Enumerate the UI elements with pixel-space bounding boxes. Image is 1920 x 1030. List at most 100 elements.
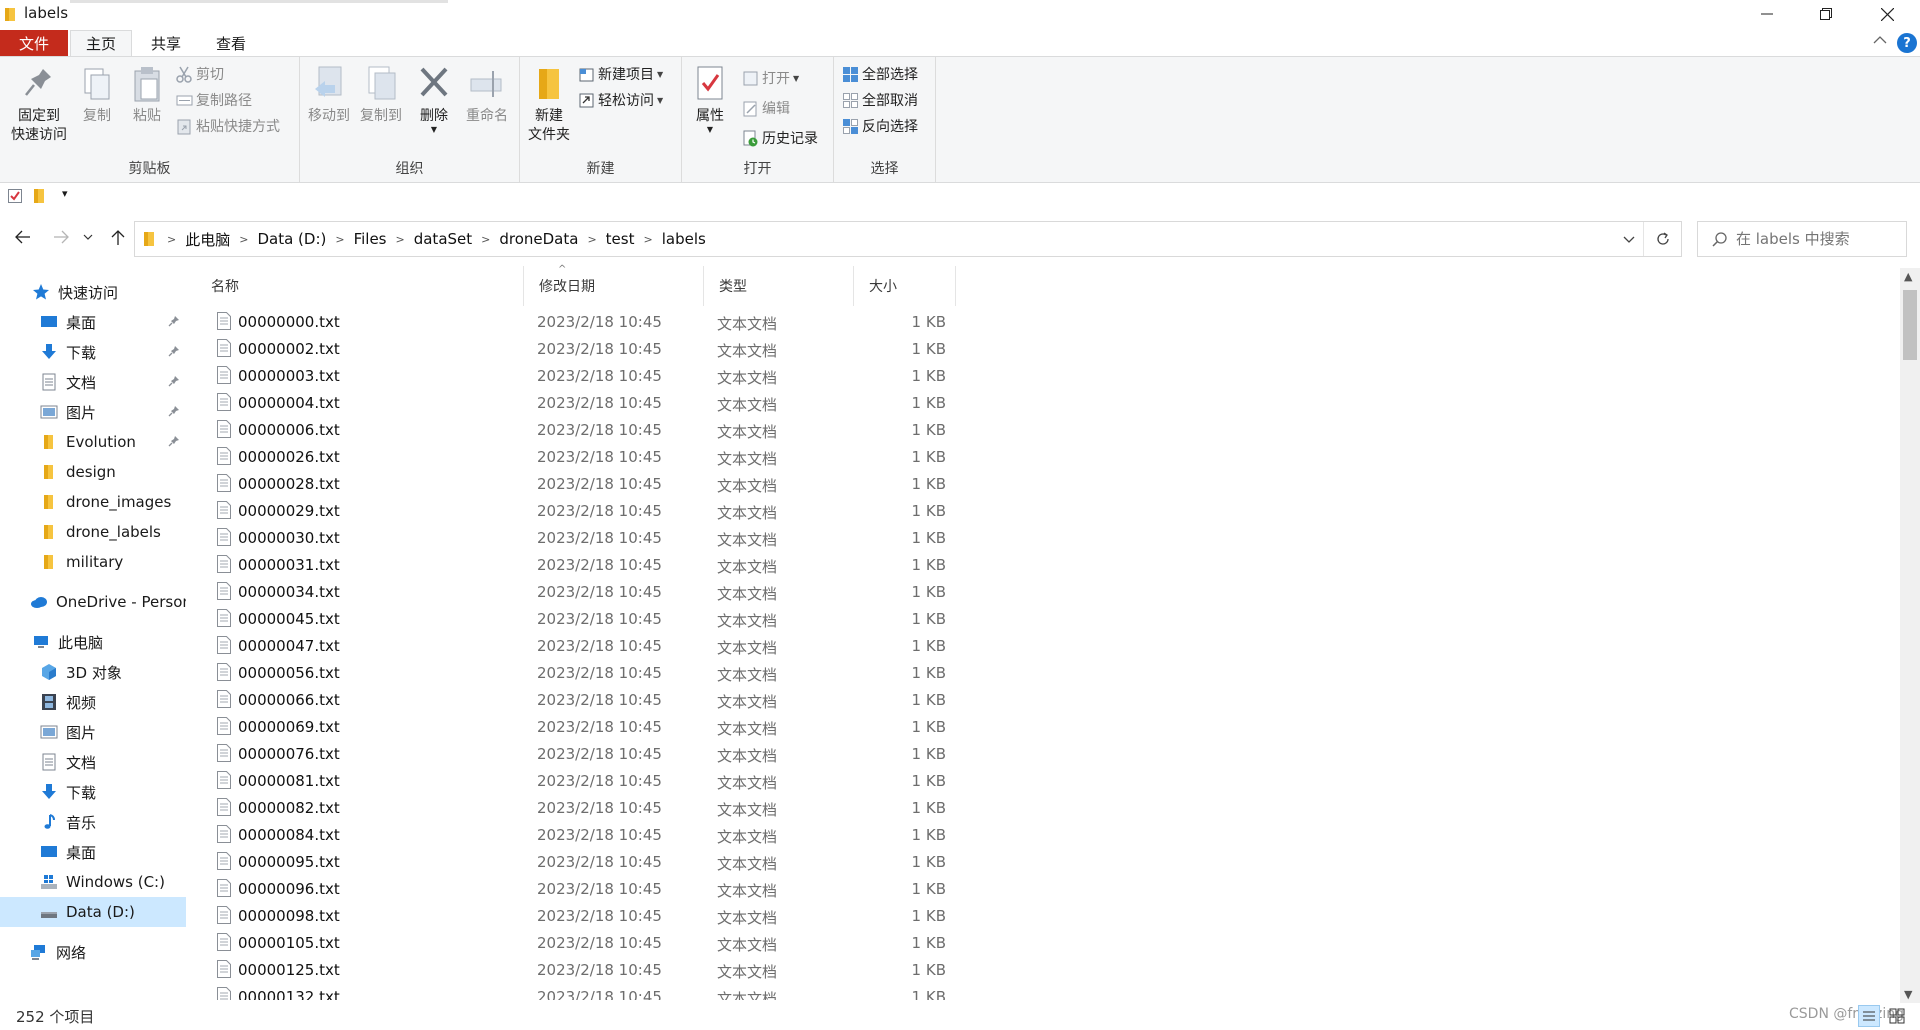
- file-name[interactable]: 00000132.txt: [238, 988, 340, 1000]
- breadcrumb-this-pc[interactable]: 此电脑: [185, 229, 230, 250]
- tab-share[interactable]: 共享: [136, 30, 196, 56]
- file-name[interactable]: 00000045.txt: [238, 610, 340, 628]
- help-icon[interactable]: ?: [1897, 33, 1917, 53]
- column-header-size[interactable]: 大小: [854, 266, 956, 306]
- details-view-icon[interactable]: [1858, 1005, 1880, 1027]
- file-row[interactable]: 00000125.txt 2023/2/18 10:45 文本文档 1 KB: [196, 957, 966, 984]
- file-name[interactable]: 00000076.txt: [238, 745, 340, 763]
- nav-pc-desktop[interactable]: 桌面: [0, 837, 186, 867]
- search-input[interactable]: [1736, 230, 1896, 248]
- chevron-down-icon[interactable]: [1623, 231, 1635, 247]
- minimize-button[interactable]: [1738, 0, 1796, 28]
- file-row[interactable]: 00000066.txt 2023/2/18 10:45 文本文档 1 KB: [196, 687, 966, 714]
- pin-icon[interactable]: [168, 345, 180, 357]
- file-name[interactable]: 00000056.txt: [238, 664, 340, 682]
- copy-to-button[interactable]: 复制到: [356, 63, 406, 126]
- new-item-button[interactable]: 新建项目 ▼: [578, 63, 663, 85]
- file-name[interactable]: 00000003.txt: [238, 367, 340, 385]
- restore-button[interactable]: [1797, 0, 1855, 28]
- close-button[interactable]: [1858, 0, 1916, 28]
- copy-path-button[interactable]: 复制路径: [176, 89, 252, 111]
- file-name[interactable]: 00000066.txt: [238, 691, 340, 709]
- file-row[interactable]: 00000056.txt 2023/2/18 10:45 文本文档 1 KB: [196, 660, 966, 687]
- nav-qa-documents[interactable]: 文档: [0, 367, 186, 397]
- file-row[interactable]: 00000003.txt 2023/2/18 10:45 文本文档 1 KB: [196, 363, 966, 390]
- tab-home[interactable]: 主页: [70, 30, 132, 56]
- new-folder-button[interactable]: 新建 文件夹: [524, 63, 574, 145]
- breadcrumb-chevron-icon[interactable]: >: [643, 233, 652, 246]
- column-header-date[interactable]: 修改日期: [524, 266, 704, 306]
- delete-button[interactable]: 删除 ▼: [412, 63, 456, 134]
- history-button[interactable]: 历史记录: [742, 127, 818, 149]
- nav-qa-pictures[interactable]: 图片: [0, 397, 186, 427]
- column-header-name[interactable]: 名称: [196, 266, 524, 306]
- nav-qa-desktop[interactable]: 桌面: [0, 307, 186, 337]
- pin-icon[interactable]: [168, 435, 180, 447]
- file-row[interactable]: 00000105.txt 2023/2/18 10:45 文本文档 1 KB: [196, 930, 966, 957]
- nav-quick-access[interactable]: 快速访问: [0, 277, 186, 307]
- file-row[interactable]: 00000076.txt 2023/2/18 10:45 文本文档 1 KB: [196, 741, 966, 768]
- file-row[interactable]: 00000028.txt 2023/2/18 10:45 文本文档 1 KB: [196, 471, 966, 498]
- file-name[interactable]: 00000096.txt: [238, 880, 340, 898]
- tab-view[interactable]: 查看: [200, 30, 262, 56]
- move-to-button[interactable]: 移动到: [304, 63, 354, 126]
- tab-file[interactable]: 文件: [0, 30, 68, 56]
- file-name[interactable]: 00000069.txt: [238, 718, 340, 736]
- file-row[interactable]: 00000004.txt 2023/2/18 10:45 文本文档 1 KB: [196, 390, 966, 417]
- file-row[interactable]: 00000081.txt 2023/2/18 10:45 文本文档 1 KB: [196, 768, 966, 795]
- breadcrumb-data-d[interactable]: Data (D:): [257, 230, 326, 248]
- file-row[interactable]: 00000132.txt 2023/2/18 10:45 文本文档 1 KB: [196, 984, 966, 1000]
- file-row[interactable]: 00000082.txt 2023/2/18 10:45 文本文档 1 KB: [196, 795, 966, 822]
- breadcrumb-files[interactable]: Files: [354, 230, 387, 248]
- up-button[interactable]: [106, 225, 130, 249]
- file-row[interactable]: 00000029.txt 2023/2/18 10:45 文本文档 1 KB: [196, 498, 966, 525]
- file-name[interactable]: 00000000.txt: [238, 313, 340, 331]
- file-name[interactable]: 00000002.txt: [238, 340, 340, 358]
- file-row[interactable]: 00000095.txt 2023/2/18 10:45 文本文档 1 KB: [196, 849, 966, 876]
- file-name[interactable]: 00000084.txt: [238, 826, 340, 844]
- file-name[interactable]: 00000006.txt: [238, 421, 340, 439]
- address-bar[interactable]: > 此电脑 > Data (D:) > Files > dataSet > dr…: [134, 221, 1682, 257]
- breadcrumb-chevron-icon[interactable]: >: [587, 233, 596, 246]
- file-row[interactable]: 00000096.txt 2023/2/18 10:45 文本文档 1 KB: [196, 876, 966, 903]
- scroll-up-icon[interactable]: ▲: [1904, 270, 1912, 283]
- nav-qa-design[interactable]: design: [0, 457, 186, 487]
- file-name[interactable]: 00000125.txt: [238, 961, 340, 979]
- file-row[interactable]: 00000084.txt 2023/2/18 10:45 文本文档 1 KB: [196, 822, 966, 849]
- nav-pc-videos[interactable]: 视频: [0, 687, 186, 717]
- properties-button[interactable]: 属性 ▼: [690, 63, 730, 134]
- file-name[interactable]: 00000095.txt: [238, 853, 340, 871]
- file-row[interactable]: 00000030.txt 2023/2/18 10:45 文本文档 1 KB: [196, 525, 966, 552]
- pin-icon[interactable]: [168, 315, 180, 327]
- nav-qa-evolution[interactable]: Evolution: [0, 427, 186, 457]
- copy-button[interactable]: 复制: [74, 63, 120, 126]
- easy-access-button[interactable]: 轻松访问 ▼: [578, 89, 663, 111]
- open-button[interactable]: 打开 ▼: [742, 67, 799, 89]
- nav-qa-drone-images[interactable]: drone_images: [0, 487, 186, 517]
- file-row[interactable]: 00000045.txt 2023/2/18 10:45 文本文档 1 KB: [196, 606, 966, 633]
- nav-network[interactable]: 网络: [0, 937, 186, 967]
- file-name[interactable]: 00000105.txt: [238, 934, 340, 952]
- invert-selection-button[interactable]: 反向选择: [842, 115, 918, 137]
- properties-check-icon[interactable]: [7, 188, 23, 204]
- nav-qa-drone-labels[interactable]: drone_labels: [0, 517, 186, 547]
- file-row[interactable]: 00000034.txt 2023/2/18 10:45 文本文档 1 KB: [196, 579, 966, 606]
- breadcrumb-test[interactable]: test: [606, 230, 635, 248]
- search-box[interactable]: [1697, 221, 1907, 257]
- file-row[interactable]: 00000002.txt 2023/2/18 10:45 文本文档 1 KB: [196, 336, 966, 363]
- back-button[interactable]: [11, 225, 35, 249]
- nav-pc-music[interactable]: 音乐: [0, 807, 186, 837]
- paste-button[interactable]: 粘贴: [124, 63, 170, 126]
- large-icons-view-icon[interactable]: [1886, 1005, 1908, 1027]
- file-name[interactable]: 00000026.txt: [238, 448, 340, 466]
- file-name[interactable]: 00000081.txt: [238, 772, 340, 790]
- nav-pc-downloads[interactable]: 下载: [0, 777, 186, 807]
- file-row[interactable]: 00000031.txt 2023/2/18 10:45 文本文档 1 KB: [196, 552, 966, 579]
- file-name[interactable]: 00000098.txt: [238, 907, 340, 925]
- file-name[interactable]: 00000031.txt: [238, 556, 340, 574]
- customize-toolbar-icon[interactable]: ▾: [62, 187, 68, 200]
- column-header-type[interactable]: 类型: [704, 266, 854, 306]
- breadcrumb-chevron-icon[interactable]: >: [481, 233, 490, 246]
- rename-button[interactable]: 重命名: [460, 63, 514, 126]
- breadcrumb-chevron-icon[interactable]: >: [239, 233, 248, 246]
